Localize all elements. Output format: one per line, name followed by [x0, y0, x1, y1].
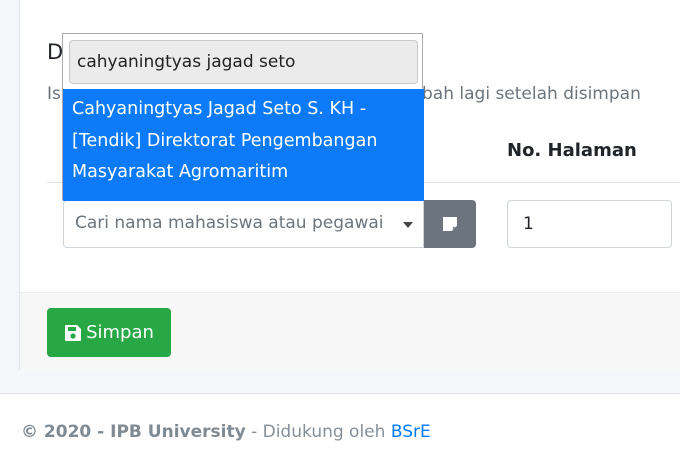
dropdown-option-highlighted[interactable]: Cahyaningtyas Jagad Seto S. KH - [Tendik…: [63, 89, 424, 201]
save-button-label: Simpan: [86, 322, 154, 343]
option-line: [Tendik] Direktorat Pengembangan: [72, 130, 378, 151]
option-line: Masyarakat Agromaritim: [72, 162, 289, 182]
save-button[interactable]: Simpan: [47, 308, 171, 357]
dropdown-search-input[interactable]: cahyaningtyas jagad seto: [69, 40, 418, 84]
hint-text-start: Is: [47, 84, 61, 104]
note-button[interactable]: [424, 200, 476, 248]
section-heading: D: [47, 40, 64, 64]
page-footer: © 2020 - IPB University - Didukung oleh …: [0, 393, 680, 468]
person-select-placeholder: Cari nama mahasiswa atau pegawai: [75, 213, 384, 233]
footer-text: © 2020 - IPB University - Didukung oleh …: [21, 422, 431, 442]
card-footer: Simpan: [20, 292, 680, 372]
page-number-column-header: No. Halaman: [507, 140, 637, 161]
select-dropdown: cahyaningtyas jagad seto Cahyaningtyas J…: [62, 33, 424, 201]
caret-down-icon: [403, 222, 413, 228]
bsre-link[interactable]: BSrE: [391, 422, 431, 442]
person-select[interactable]: Cari nama mahasiswa atau pegawai: [63, 200, 424, 248]
copyright-text: © 2020 - IPB University: [21, 422, 246, 442]
supported-by-text: - Didukung oleh: [245, 422, 391, 442]
option-line: Cahyaningtyas Jagad Seto S. KH -: [72, 99, 367, 119]
sticky-note-icon: [443, 217, 457, 231]
hint-text-end: bah lagi setelah disimpan: [422, 84, 641, 104]
floppy-disk-icon: [65, 324, 82, 341]
page-number-input[interactable]: 1: [507, 200, 672, 248]
